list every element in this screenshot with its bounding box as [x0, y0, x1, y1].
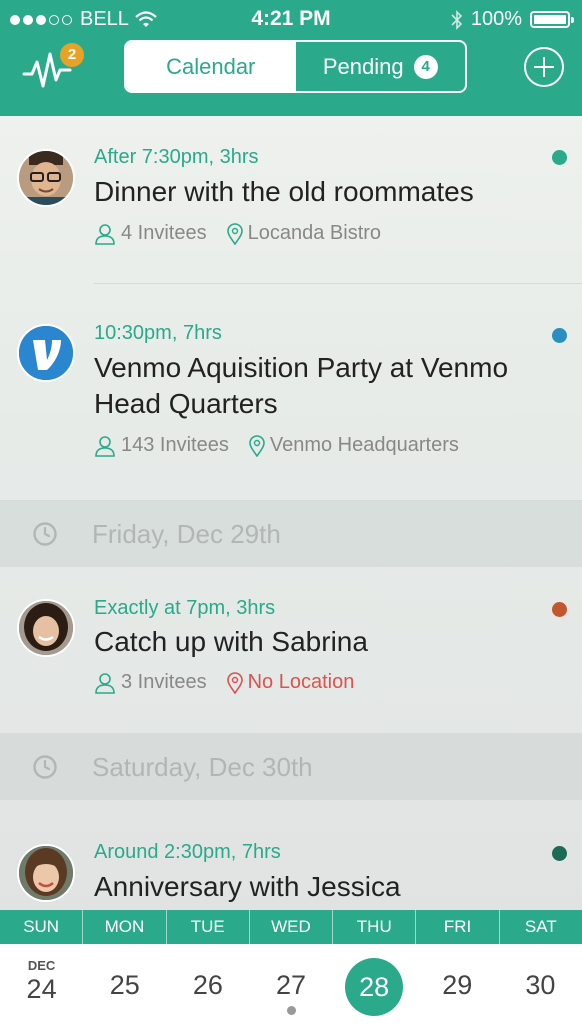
event-row[interactable]: Exactly at 7pm, 3hrs Catch up with Sabri…	[0, 566, 582, 732]
event-status-dot	[552, 328, 567, 343]
day-header-label: Saturday, Dec 30th	[92, 751, 313, 782]
person-icon	[95, 435, 115, 457]
battery-icon	[530, 11, 574, 28]
event-row[interactable]: Around 2:30pm, 7hrs Anniversary with Jes…	[0, 799, 582, 910]
event-meta: 4 Invitees Locanda Bistro	[94, 222, 401, 245]
weekday-label: FRI	[416, 910, 500, 944]
month-label: DEC	[27, 958, 56, 973]
date-number: 28	[359, 972, 390, 1002]
location-pin-icon	[249, 434, 265, 457]
tab-calendar-label: Calendar	[166, 53, 256, 79]
avatar	[17, 844, 75, 902]
location-pin-icon	[226, 671, 243, 694]
status-right: 100%	[451, 8, 574, 31]
day-header: Friday, Dec 29th	[0, 500, 582, 567]
avatar	[17, 149, 75, 207]
event-time: After 7:30pm, 3hrs	[94, 146, 259, 168]
tab-pending[interactable]: Pending 4	[296, 42, 466, 91]
event-title: Dinner with the old roommates	[94, 176, 474, 207]
view-switcher: Calendar Pending 4	[124, 40, 467, 93]
event-status-dot	[552, 150, 567, 165]
date-cell[interactable]: 27	[249, 944, 332, 1033]
day-header-label: Friday, Dec 29th	[92, 518, 281, 549]
activity-badge: 2	[60, 43, 84, 67]
event-status-dot	[552, 602, 567, 617]
date-cell[interactable]: 29	[416, 944, 499, 1033]
person-icon	[95, 672, 115, 694]
location-name: Venmo Headquarters	[269, 434, 459, 456]
event-status-dot	[552, 846, 567, 861]
weekday-label: TUE	[167, 910, 250, 944]
date-number: 26	[192, 970, 223, 1000]
location-name: No Location	[247, 671, 355, 693]
event-time: 10:30pm, 7hrs	[94, 322, 222, 344]
date-cell[interactable]: 25	[83, 944, 166, 1033]
clock-icon	[33, 522, 57, 546]
battery-percent: 100%	[470, 8, 522, 30]
has-event-indicator	[286, 1006, 296, 1015]
battery-level	[534, 15, 566, 24]
invitee-count: 143 Invitees	[121, 434, 229, 456]
location-name: Locanda Bistro	[247, 222, 382, 244]
avatar	[17, 324, 75, 382]
location-pin-icon	[226, 222, 243, 245]
bluetooth-icon	[451, 9, 462, 30]
date-cell[interactable]: DEC 24	[0, 944, 83, 1033]
date-number: 29	[442, 970, 473, 1000]
status-bar: BELL 4:21 PM 100%	[0, 0, 582, 38]
avatar	[17, 599, 75, 657]
event-row[interactable]: 10:30pm, 7hrs Venmo Aquisition Party at …	[0, 284, 582, 498]
date-number: 24	[26, 974, 57, 1004]
app-header: BELL 4:21 PM 100% 2 Calendar Pending 4	[0, 0, 582, 116]
weekday-label: THU	[333, 910, 417, 944]
date-cell[interactable]: 26	[166, 944, 249, 1033]
event-list[interactable]: After 7:30pm, 3hrs Dinner with the old r…	[0, 116, 582, 910]
weekday-header: SUN MON TUE WED THU FRI SAT	[0, 910, 582, 944]
person-icon	[95, 223, 115, 245]
weekday-label: SAT	[524, 917, 557, 936]
clock-icon	[33, 755, 57, 779]
date-number: 27	[275, 970, 307, 1000]
date-cell-selected[interactable]: 28	[333, 944, 416, 1033]
invitee-count: 3 Invitees	[121, 671, 207, 693]
tab-pending-label: Pending	[322, 53, 404, 79]
event-time: Exactly at 7pm, 3hrs	[94, 597, 276, 619]
event-title: Venmo Aquisition Party at Venmo Head Qua…	[94, 352, 509, 419]
date-number: 25	[109, 970, 140, 1000]
event-meta: 3 Invitees No Location	[94, 671, 374, 694]
add-event-button[interactable]	[524, 47, 564, 87]
date-number: 30	[525, 970, 556, 1000]
event-meta: 143 Invitees Venmo Headquarters	[94, 434, 479, 457]
invitee-count: 4 Invitees	[121, 222, 207, 244]
pending-count-badge: 4	[413, 54, 438, 79]
event-title: Catch up with Sabrina	[94, 626, 368, 657]
event-time: Around 2:30pm, 7hrs	[94, 841, 281, 863]
week-date-strip: DEC 24 25 26 27 28 29 30	[0, 944, 582, 1033]
weekday-label: WED	[250, 910, 334, 944]
event-row[interactable]: After 7:30pm, 3hrs Dinner with the old r…	[0, 116, 582, 284]
event-title: Anniversary with Jessica	[94, 871, 401, 902]
weekday-label: MON	[83, 910, 167, 944]
weekday-label: SUN	[0, 910, 84, 944]
tab-calendar[interactable]: Calendar	[126, 42, 296, 91]
day-header: Saturday, Dec 30th	[0, 733, 582, 800]
date-cell[interactable]: 30	[499, 944, 582, 1033]
